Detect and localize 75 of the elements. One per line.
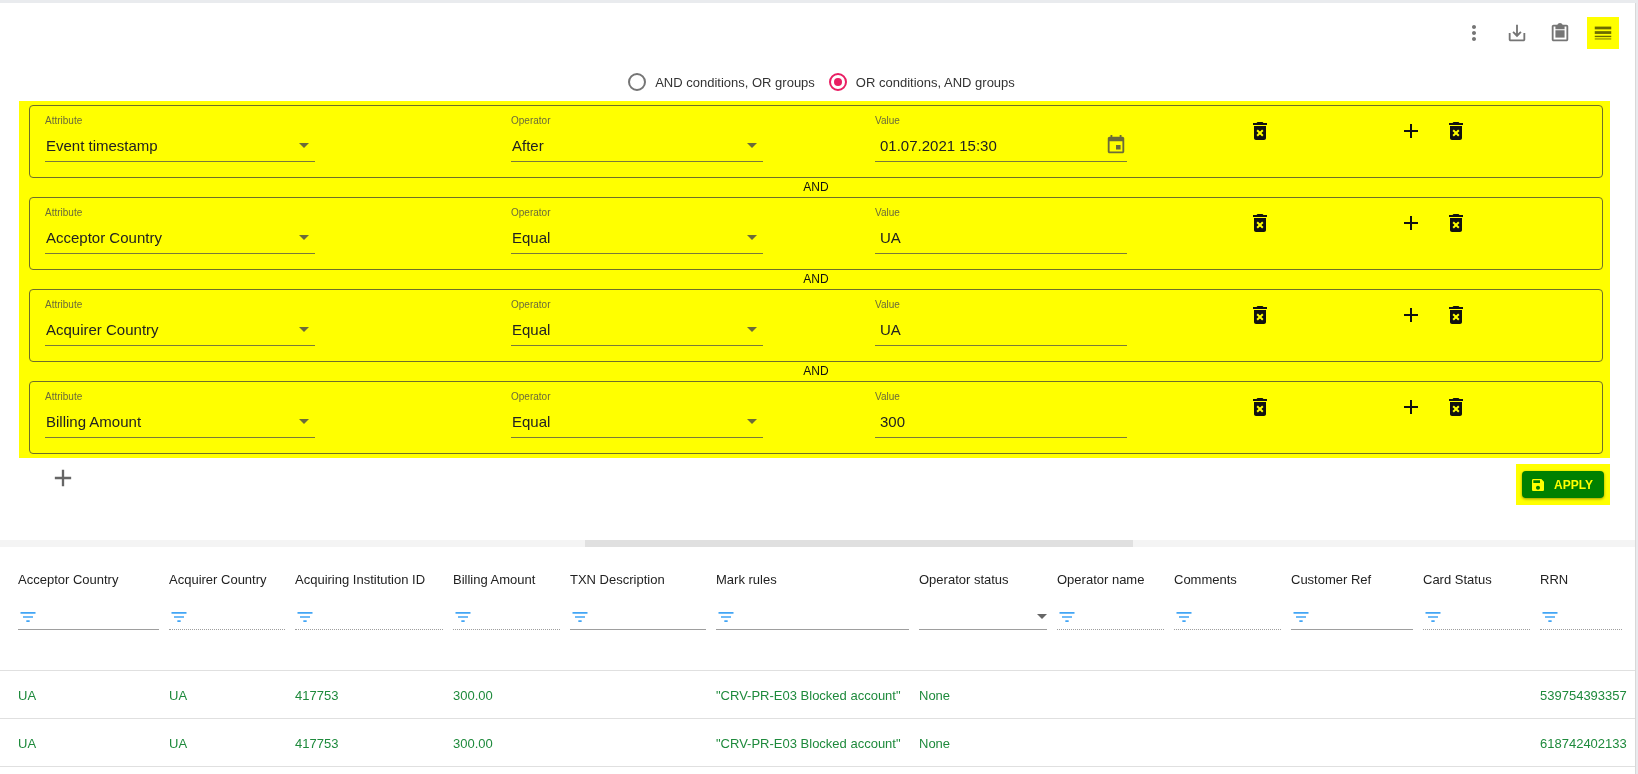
select-field[interactable]: After (511, 129, 763, 162)
column-header: Mark rules (716, 572, 778, 588)
table-cell: 539754393357 (1540, 687, 1627, 703)
table-cell: None (919, 687, 951, 703)
column-header: Acceptor Country (18, 572, 120, 588)
column-header: Acquiring Institution ID (295, 572, 427, 588)
save-icon (1530, 476, 1547, 493)
radio-button[interactable] (828, 73, 847, 91)
table-cell: 300.00 (453, 687, 493, 703)
table-cell: 417753 (295, 687, 339, 703)
select-field[interactable]: Equal (511, 313, 763, 346)
radio-label: OR conditions, AND groups (855, 74, 1015, 90)
table-cell: "CRV-PR-E03 Blocked account" (716, 687, 901, 703)
table-cell: "CRV-PR-E03 Blocked account" (716, 735, 901, 751)
column-header: Billing Amount (453, 572, 537, 588)
apply-button[interactable]: APPLY (1522, 471, 1604, 498)
column-header: TXN Description (570, 572, 666, 588)
column-header: Card Status (1423, 572, 1493, 588)
select-field[interactable]: Equal (511, 405, 763, 438)
join-label: AND (802, 363, 830, 380)
field-label: Operator (511, 299, 552, 312)
field-label: Value (875, 391, 901, 404)
table-cell: 417753 (295, 735, 339, 751)
more-vertical-icon (1472, 25, 1476, 41)
scrollbar-thumb[interactable] (585, 540, 1133, 547)
caret-icon (299, 142, 309, 148)
table-cell: 300.00 (453, 735, 493, 751)
column-header: RRN (1540, 572, 1570, 588)
join-label: AND (802, 179, 830, 196)
caret-icon (747, 418, 757, 424)
input-field[interactable]: 01.07.2021 15:30 (875, 129, 1127, 162)
caret-icon (747, 326, 757, 332)
field-label: Attribute (45, 299, 84, 312)
select-field[interactable]: Billing Amount (45, 405, 315, 438)
field-label: Value (875, 207, 901, 220)
input-field[interactable]: UA (875, 221, 1127, 254)
input-field[interactable]: 300 (875, 405, 1127, 438)
field-label: Attribute (45, 207, 84, 220)
field-label: Value (875, 299, 901, 312)
calendar-icon (1105, 134, 1127, 156)
horizontal-scrollbar[interactable] (0, 540, 1635, 547)
column-header: Customer Ref (1291, 572, 1373, 588)
select-field[interactable]: Event timestamp (45, 129, 315, 162)
field-label: Attribute (45, 115, 84, 128)
column-header: Operator status (919, 572, 1010, 588)
join-label: AND (802, 271, 830, 288)
table-cell: UA (18, 687, 37, 703)
select-field[interactable]: Acquirer Country (45, 313, 315, 346)
select-field[interactable]: Acceptor Country (45, 221, 315, 254)
select-field[interactable]: Equal (511, 221, 763, 254)
column-header: Operator name (1057, 572, 1146, 588)
input-field[interactable]: UA (875, 313, 1127, 346)
menu-button[interactable] (1587, 17, 1619, 49)
radio-label: AND conditions, OR groups (655, 74, 815, 90)
field-label: Value (875, 115, 901, 128)
caret-icon (747, 142, 757, 148)
caret-icon (299, 418, 309, 424)
column-header: Comments (1174, 572, 1238, 588)
table-cell: UA (169, 687, 188, 703)
caret-icon (747, 234, 757, 240)
caret-icon (299, 326, 309, 332)
caret-icon (299, 234, 309, 240)
column-header: Acquirer Country (169, 572, 268, 588)
download-icon (1506, 22, 1528, 44)
field-label: Attribute (45, 391, 84, 404)
table-cell: None (919, 735, 951, 751)
table-cell: UA (18, 735, 37, 751)
field-label: Operator (511, 391, 552, 404)
field-label: Operator (511, 115, 552, 128)
clipboard-icon (1549, 22, 1571, 44)
table-cell: 618742402133 (1540, 735, 1627, 751)
table-cell: UA (169, 735, 188, 751)
caret-icon (1037, 614, 1047, 619)
radio-button[interactable] (628, 73, 647, 91)
field-label: Operator (511, 207, 552, 220)
